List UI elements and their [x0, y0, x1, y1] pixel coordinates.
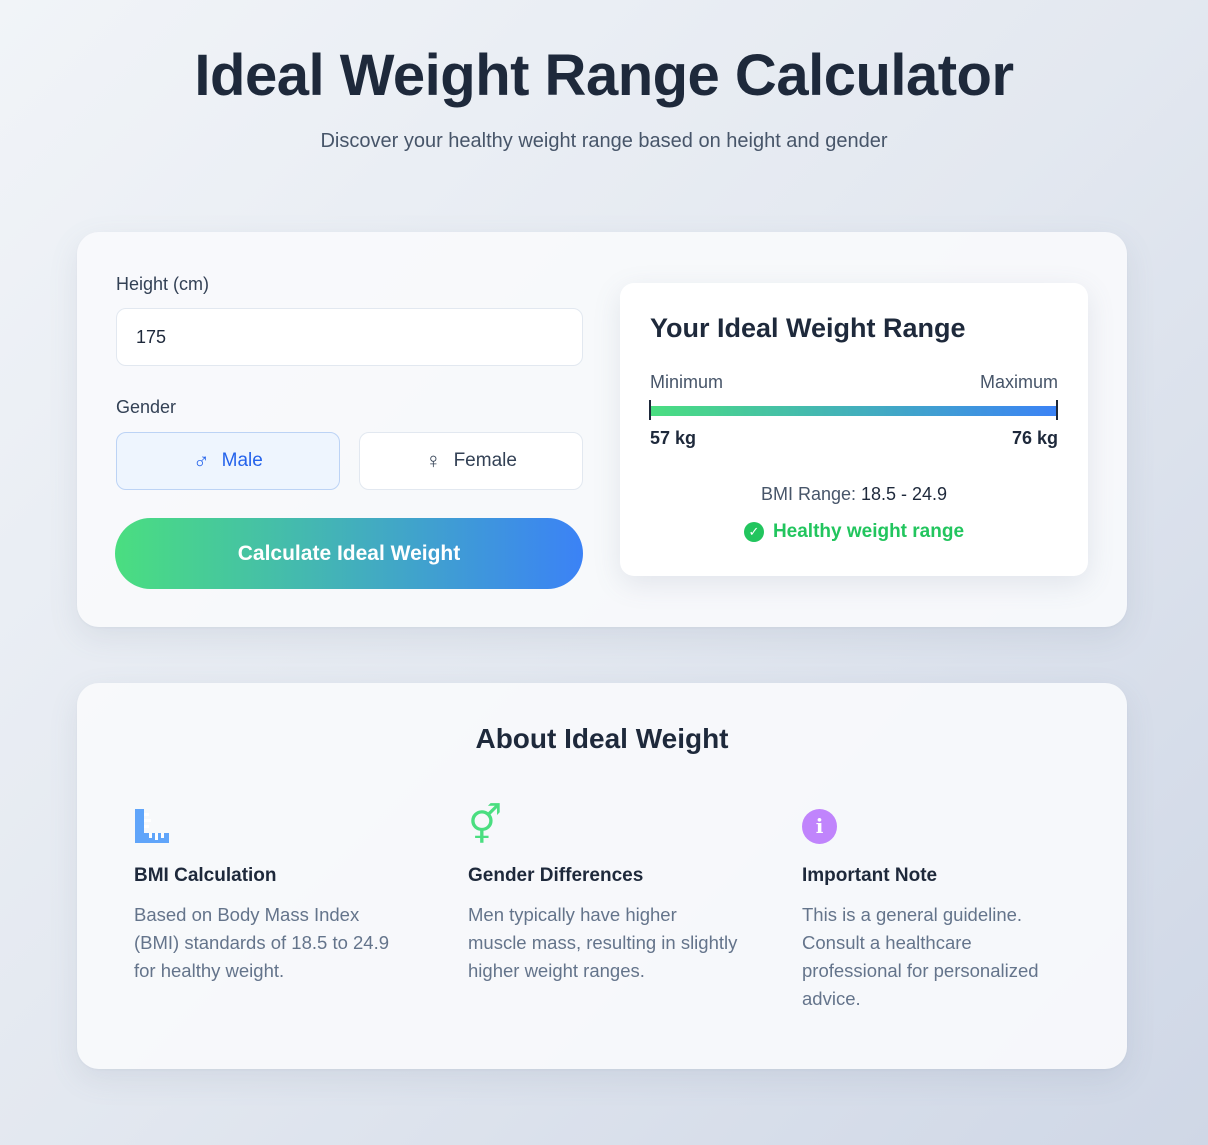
result-panel: Your Ideal Weight Range Minimum Maximum … [620, 283, 1088, 576]
page-title: Ideal Weight Range Calculator [194, 43, 1014, 108]
about-item-text: Men typically have higher muscle mass, r… [468, 904, 738, 981]
about-card: About Ideal Weight BMI Calculation Based… [77, 683, 1127, 1069]
about-title: About Ideal Weight [475, 723, 729, 754]
gender-symbols-icon: ⚥ [468, 805, 503, 847]
range-min-tick [649, 400, 651, 420]
weight-range-bar [650, 406, 1058, 416]
range-max-tick [1056, 400, 1058, 420]
male-icon: ♂ [193, 448, 210, 473]
about-item-gender: ⚥ Gender Differences Men typically have … [468, 807, 738, 985]
page-subtitle: Discover your healthy weight range based… [320, 130, 888, 152]
female-button-label: Female [453, 450, 517, 471]
about-item-text: This is a general guideline. Consult a h… [802, 904, 1039, 1009]
about-item-title: BMI Calculation [134, 865, 277, 886]
female-icon: ♀ [425, 448, 442, 473]
male-button-label: Male [221, 450, 263, 471]
bmi-range-value: 18.5 - 24.9 [861, 484, 948, 504]
calculate-button[interactable]: Calculate Ideal Weight [115, 518, 583, 589]
about-item-title: Important Note [802, 865, 938, 886]
healthy-status-label: Healthy weight range [772, 521, 965, 542]
page-header: Ideal Weight Range Calculator Discover y… [0, 38, 1208, 154]
info-icon: i [802, 807, 1072, 845]
maximum-weight-value: 76 kg [1011, 428, 1058, 448]
maximum-label: Maximum [979, 372, 1058, 392]
gender-label: Gender [116, 397, 177, 417]
calculator-card: Height (cm) Gender ♂ Male ♀ Female Calcu… [77, 232, 1127, 627]
minimum-label: Minimum [650, 372, 724, 392]
minimum-weight-value: 57 kg [650, 428, 697, 448]
healthy-status: ✓ Healthy weight range [620, 521, 1088, 543]
bmi-range: BMI Range: 18.5 - 24.9 [620, 484, 1088, 505]
bmi-range-label: BMI Range: [760, 484, 856, 504]
about-item-note: i Important Note This is a general guide… [802, 807, 1072, 1013]
height-input[interactable] [116, 308, 583, 366]
about-item-bmi: BMI Calculation Based on Body Mass Index… [134, 807, 404, 985]
male-button[interactable]: ♂ Male [116, 432, 340, 490]
ruler-icon [134, 807, 404, 845]
height-label: Height (cm) [116, 274, 210, 294]
about-item-text: Based on Body Mass Index (BMI) standards… [134, 904, 390, 981]
about-item-title: Gender Differences [468, 865, 644, 886]
check-circle-icon: ✓ [743, 522, 764, 542]
result-title: Your Ideal Weight Range [650, 313, 966, 343]
female-button[interactable]: ♀ Female [359, 432, 583, 490]
